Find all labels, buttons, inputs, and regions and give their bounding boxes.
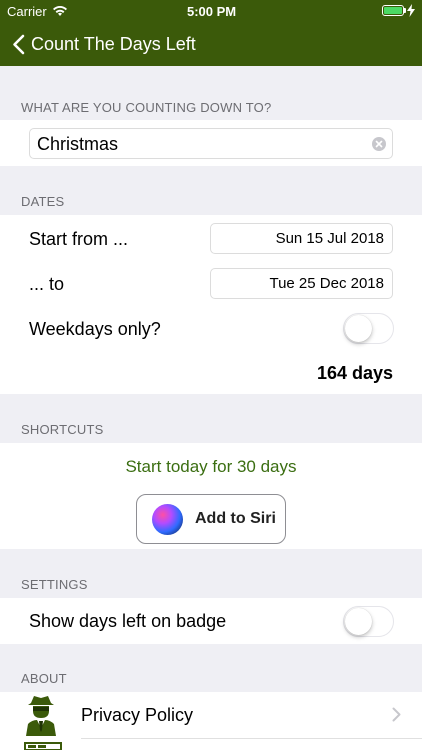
end-date-field[interactable]: Tue 25 Dec 2018 [210,268,393,299]
clock: 5:00 PM [187,4,237,19]
back-button-label: Count The Days Left [31,34,196,54]
end-date-label: ... to [29,274,65,294]
row-divider [81,738,422,739]
section-header-countdown: WHAT ARE YOU COUNTING DOWN TO? [21,100,272,115]
days-count-result: 164 days [316,363,393,383]
spy-agent-icon [26,696,56,736]
clear-text-icon[interactable] [372,137,386,151]
badge-setting-toggle[interactable] [343,606,394,637]
section-header-shortcuts: SHORTCUTS [21,422,104,437]
privacy-policy-row[interactable]: Privacy Policy [0,692,422,738]
toggle-knob [345,608,372,635]
countdown-name-value: Christmas [37,134,119,154]
start-date-field[interactable]: Sun 15 Jul 2018 [210,223,393,254]
settings-card: Show days left on badge [0,598,422,644]
weekdays-only-label: Weekdays only? [29,319,161,339]
chevron-right-icon [392,707,401,722]
start-date-label: Start from ... [29,229,129,249]
wifi-icon [53,6,67,16]
add-to-siri-button[interactable]: Add to Siri [136,494,286,544]
add-to-siri-label: Add to Siri [195,510,276,527]
back-button[interactable]: Count The Days Left [8,30,198,58]
section-header-about: ABOUT [21,671,67,686]
countdown-card: Christmas [0,120,422,166]
badge-setting-label: Show days left on badge [29,611,227,631]
toggle-knob [345,315,372,342]
dates-card: Start from ... Sun 15 Jul 2018 ... to Tu… [0,215,422,394]
shortcut-suggestion: Start today for 30 days [125,457,297,476]
weekdays-only-toggle[interactable] [343,313,394,344]
shortcuts-card: Start today for 30 days Add to Siri [0,443,422,549]
countdown-name-input[interactable]: Christmas [29,128,393,159]
about-card: Privacy Policy [0,692,422,750]
chevron-left-icon [13,34,25,55]
section-header-settings: SETTINGS [21,577,88,592]
siri-icon [152,504,183,535]
privacy-policy-label: Privacy Policy [81,705,194,725]
battery-icon [382,5,406,16]
navigation-bar: Carrier 5:00 PM Count The Days Left [0,0,422,66]
section-header-dates: DATES [21,194,65,209]
document-icon [24,742,62,750]
charging-bolt-icon [407,4,415,17]
carrier-label: Carrier [7,4,47,19]
